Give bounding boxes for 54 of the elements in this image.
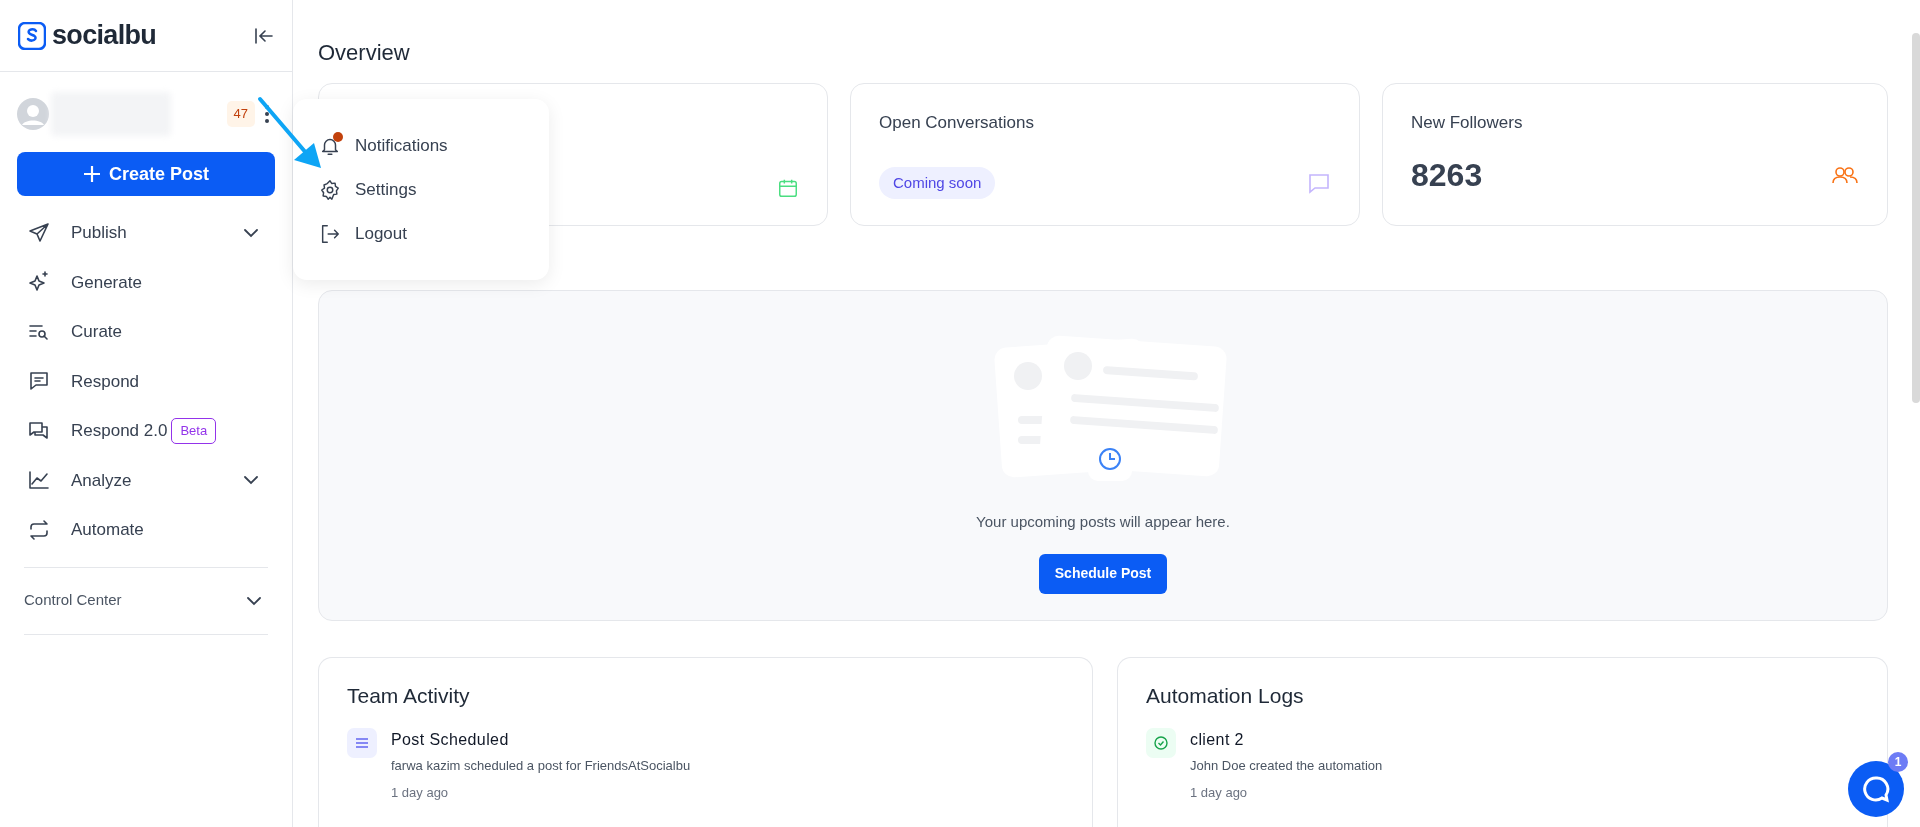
nav-item[interactable]: Respond 2.0 Beta	[17, 406, 275, 456]
menu-item[interactable]: Logout	[319, 214, 523, 253]
stat-title: Open Conversations	[879, 112, 1035, 134]
plus-icon	[82, 165, 101, 183]
count-badge: 47	[226, 101, 255, 127]
brand-name: socialbu	[52, 19, 157, 53]
activity-time: 1 day ago	[1190, 784, 1249, 802]
users-icon	[1831, 164, 1859, 186]
nav-item[interactable]: Publish	[17, 208, 275, 258]
nav-label: Publish	[71, 222, 127, 244]
nav-item[interactable]: Generate	[17, 257, 275, 307]
activity-title: client 2	[1190, 729, 1245, 750]
coming-soon-badge: Coming soon	[879, 166, 996, 199]
nav-label: Automate	[71, 519, 144, 541]
chat-icon	[1861, 774, 1891, 804]
nav-label: Analyze	[71, 469, 132, 492]
nav-label: Respond	[71, 370, 140, 393]
nav-label: Generate	[71, 271, 142, 294]
logout-icon	[319, 222, 341, 245]
repeat-icon	[27, 517, 51, 542]
create-post-button[interactable]: Create Post	[17, 152, 275, 196]
control-center-toggle[interactable]: Control Center	[24, 567, 268, 634]
send-icon	[27, 220, 51, 245]
list-icon	[347, 727, 377, 758]
empty-state-message: Your upcoming posts will appear here.	[976, 512, 1230, 532]
settings-icon	[319, 178, 341, 201]
menu-label: Logout	[355, 222, 407, 245]
menu-label: Notifications	[355, 134, 448, 157]
nav-label: Curate	[71, 321, 123, 343]
stat-title: New Followers	[1411, 112, 1524, 134]
menu-item[interactable]: Notifications	[319, 126, 523, 165]
beta-badge: Beta	[171, 418, 217, 444]
nav-item[interactable]: Automate	[17, 505, 275, 555]
chevron-down-icon	[246, 595, 262, 606]
menu-item[interactable]: Settings	[319, 170, 523, 209]
nav-label: Respond 2.0	[71, 420, 168, 442]
schedule-post-button[interactable]: Schedule Post	[1038, 553, 1168, 594]
activity-description: farwa kazim scheduled a post for FriendsAtSocialbu	[391, 756, 691, 775]
nav-item[interactable]: Analyze	[17, 455, 275, 505]
stat-value: 8263	[1411, 156, 1483, 195]
activity-title: Post Scheduled	[391, 729, 510, 750]
more-options-icon[interactable]	[265, 105, 269, 123]
nav-item[interactable]: Curate	[17, 307, 275, 357]
panel-title: Automation Logs	[1146, 683, 1305, 709]
nav-item[interactable]: Respond	[17, 356, 275, 406]
page-title: Overview	[318, 39, 411, 67]
collapse-sidebar-icon[interactable]	[254, 26, 274, 45]
logo-icon	[18, 21, 46, 50]
chat-count-badge: 1	[1888, 752, 1908, 772]
panel-title: Team Activity	[347, 683, 471, 709]
menu-label: Settings	[355, 178, 417, 201]
activity-description: John Doe created the automation	[1190, 756, 1383, 775]
activity-time: 1 day ago	[391, 784, 450, 802]
calendar-icon	[777, 177, 799, 199]
